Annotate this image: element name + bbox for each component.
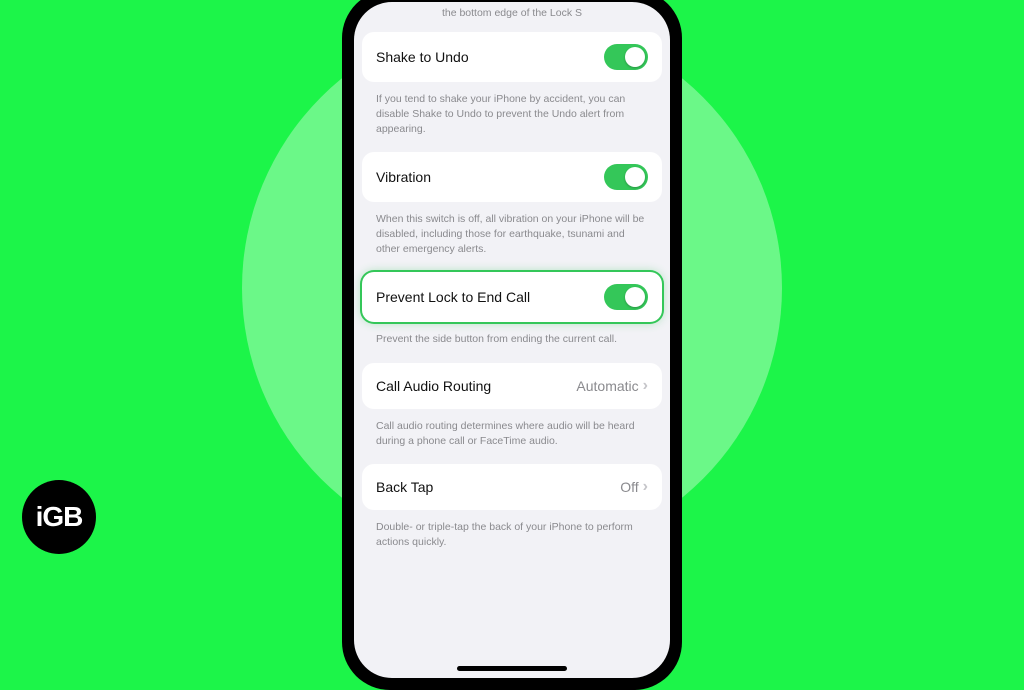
row-caption: Prevent the side button from ending the … xyxy=(362,328,662,357)
truncated-prev-caption: the bottom edge of the Lock S xyxy=(362,6,662,26)
chevron-right-icon: › xyxy=(643,479,648,495)
row-caption: If you tend to shake your iPhone by acci… xyxy=(362,88,662,146)
iphone-screen: the bottom edge of the Lock S Shake to U… xyxy=(354,2,670,678)
row-label: Shake to Undo xyxy=(376,49,469,65)
row-caption: Double- or triple-tap the back of your i… xyxy=(362,516,662,559)
canvas: the bottom edge of the Lock S Shake to U… xyxy=(0,0,1024,576)
row-label: Prevent Lock to End Call xyxy=(376,289,530,305)
toggle-switch[interactable] xyxy=(604,284,648,310)
row-label: Call Audio Routing xyxy=(376,378,491,394)
toggle-switch[interactable] xyxy=(604,44,648,70)
value-text: Off xyxy=(620,479,638,495)
row-label: Vibration xyxy=(376,169,431,185)
row-call-audio-routing[interactable]: Call Audio Routing Automatic › xyxy=(362,363,662,409)
home-indicator[interactable] xyxy=(457,666,567,671)
row-caption: When this switch is off, all vibration o… xyxy=(362,208,662,266)
chevron-right-icon: › xyxy=(643,378,648,394)
value-text: Automatic xyxy=(576,378,638,394)
row-value: Automatic › xyxy=(576,378,648,394)
row-prevent-lock-to-end-call[interactable]: Prevent Lock to End Call xyxy=(362,272,662,322)
row-vibration[interactable]: Vibration xyxy=(362,152,662,202)
row-caption: Call audio routing determines where audi… xyxy=(362,415,662,458)
settings-list: the bottom edge of the Lock S Shake to U… xyxy=(362,6,662,560)
iphone-frame: the bottom edge of the Lock S Shake to U… xyxy=(342,0,682,690)
row-back-tap[interactable]: Back Tap Off › xyxy=(362,464,662,510)
row-value: Off › xyxy=(620,479,648,495)
row-shake-to-undo[interactable]: Shake to Undo xyxy=(362,32,662,82)
row-label: Back Tap xyxy=(376,479,433,495)
toggle-switch[interactable] xyxy=(604,164,648,190)
igb-logo: iGB xyxy=(22,480,96,554)
